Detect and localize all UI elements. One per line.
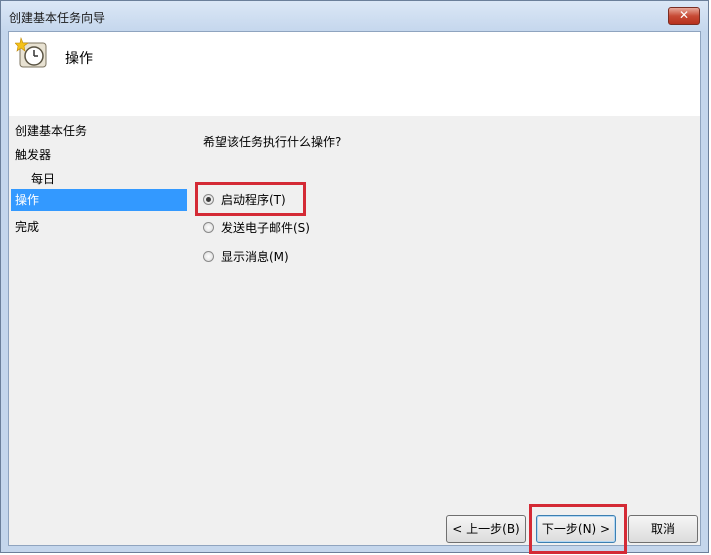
nav-item-label: 完成 [15,220,40,234]
nav-item-create-basic-task[interactable]: 创建基本任务 [11,120,187,142]
wizard-window: 创建基本任务向导 ✕ 操作 创建基本任务 触发器 每日 操作 完成 希望该任务执… [0,0,709,554]
page-title: 操作 [65,51,93,67]
title-bar[interactable]: 创建基本任务向导 ✕ [1,1,708,31]
nav-item-trigger[interactable]: 触发器 [11,144,187,166]
nav-item-action[interactable]: 操作 [11,189,187,211]
radio-button[interactable] [203,221,214,233]
radio-button-checked[interactable] [203,193,214,205]
nav-item-daily[interactable]: 每日 [11,168,187,190]
radio-send-email[interactable]: 发送电子邮件(S) [203,216,310,238]
radio-button[interactable] [203,250,214,262]
clock-icon [15,37,47,68]
radio-start-program[interactable]: 启动程序(T) [203,188,286,210]
cancel-button[interactable]: 取消 [628,515,698,543]
back-button[interactable]: < 上一步(B) [446,515,526,543]
nav-item-label: 触发器 [15,148,52,162]
nav-item-label: 创建基本任务 [15,124,88,138]
radio-label: 启动程序(T) [221,192,286,207]
window-title: 创建基本任务向导 [9,11,106,25]
radio-show-message[interactable]: 显示消息(M) [203,245,289,267]
next-button[interactable]: 下一步(N) > [536,515,616,543]
close-button[interactable]: ✕ [668,7,700,25]
close-icon: ✕ [678,8,690,22]
nav-item-label: 每日 [31,172,56,186]
wizard-client-area: 操作 创建基本任务 触发器 每日 操作 完成 希望该任务执行什么操作? 启动程序… [8,31,701,554]
radio-label: 发送电子邮件(S) [221,220,310,235]
nav-item-finish[interactable]: 完成 [11,216,187,238]
action-question: 希望该任务执行什么操作? [203,135,342,149]
wizard-step-nav: 创建基本任务 触发器 每日 操作 完成 [9,116,189,545]
wizard-header: 操作 [9,32,700,116]
nav-item-label: 操作 [15,193,40,207]
radio-label: 显示消息(M) [221,249,289,264]
